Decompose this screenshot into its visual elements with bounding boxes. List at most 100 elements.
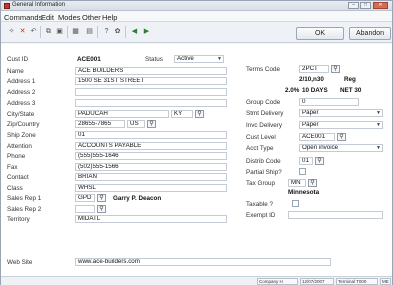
address2-label: Address 2 <box>7 89 36 96</box>
tax-group-field[interactable]: MN <box>288 179 306 187</box>
menu-modes[interactable]: Modes <box>58 13 81 22</box>
search-icon[interactable]: ⚲ <box>195 110 204 118</box>
city-field[interactable]: PADUCAH <box>75 110 169 118</box>
chevron-down-icon[interactable]: ▼ <box>375 121 382 129</box>
menu-bar: Commands Edit Modes Other Help <box>1 11 392 22</box>
minimize-icon[interactable]: – <box>348 2 359 9</box>
contact-field[interactable]: BRIAN <box>75 173 227 181</box>
name-label: Name <box>7 68 24 75</box>
status-label: Status <box>145 56 163 63</box>
search-icon[interactable]: ⚲ <box>337 133 346 141</box>
zip-field[interactable]: 28655-7865 <box>75 120 125 128</box>
app-icon <box>4 3 10 9</box>
address3-field[interactable] <box>75 99 227 107</box>
distrib-code-field[interactable]: 01 <box>299 157 313 165</box>
fax-field[interactable]: (502)555-1566 <box>75 163 227 171</box>
ship-zone-field[interactable]: 01 <box>75 131 227 139</box>
paste-icon[interactable]: ▣ <box>55 27 64 36</box>
chevron-down-icon[interactable]: ▼ <box>375 109 382 117</box>
name-field[interactable]: ACE BUILDERS <box>75 67 227 75</box>
toolbar-separator <box>125 26 126 38</box>
sales-rep1-field[interactable]: GPD <box>75 194 95 202</box>
partial-ship-checkbox[interactable] <box>299 168 306 175</box>
group-code-field[interactable]: 0 <box>299 98 359 106</box>
terms-desc1-a: 2/10,n30 <box>299 76 324 83</box>
status-date: 12/07/2007 <box>300 278 334 285</box>
search-icon[interactable]: ⚲ <box>331 65 340 73</box>
sales-rep2-field[interactable] <box>75 205 95 213</box>
sales-rep1-name: Garry P. Deacon <box>113 195 162 202</box>
menu-help[interactable]: Help <box>102 13 117 22</box>
menu-other[interactable]: Other <box>82 13 101 22</box>
view-icon[interactable]: ▦ <box>71 27 80 36</box>
maximize-icon[interactable]: □ <box>360 2 371 9</box>
delete-icon[interactable]: ✕ <box>18 27 27 36</box>
address2-field[interactable] <box>75 88 227 96</box>
state-field[interactable]: KY <box>171 110 193 118</box>
sales-rep1-label: Sales Rep 1 <box>7 195 42 202</box>
tax-group-name: Minnesota <box>288 189 320 196</box>
toolbar-separator <box>97 26 98 38</box>
search-icon[interactable]: ⚲ <box>315 157 324 165</box>
next-record-icon[interactable]: ▶ <box>142 27 151 36</box>
copy-icon[interactable]: ⧉ <box>44 27 53 36</box>
cust-level-field[interactable]: ACE001 <box>299 133 335 141</box>
terms-code-label: Terms Code <box>246 66 280 73</box>
status-terminal: Terminal T000 <box>336 278 378 285</box>
chevron-down-icon[interactable]: ▼ <box>375 144 382 152</box>
toolbar-separator <box>40 26 41 38</box>
search-icon[interactable]: ⚲ <box>308 179 317 187</box>
acct-type-select[interactable]: Open invoice <box>299 144 383 152</box>
search-icon[interactable]: ⚲ <box>97 205 106 213</box>
attention-field[interactable]: ACCOUNTS PAYABLE <box>75 142 227 150</box>
print-icon[interactable]: ▤ <box>85 27 94 36</box>
group-code-label: Group Code <box>246 99 281 106</box>
settings-icon[interactable]: ✿ <box>113 27 122 36</box>
taxable-checkbox[interactable] <box>292 200 299 207</box>
cust-level-label: Cust Level <box>246 134 276 141</box>
territory-field[interactable]: MIDATL <box>75 215 227 223</box>
abandon-button[interactable]: Abandon <box>349 27 391 40</box>
stmt-delivery-select[interactable]: Paper <box>299 109 383 117</box>
exempt-id-label: Exempt ID <box>246 212 276 219</box>
city-state-label: City/State <box>7 111 35 118</box>
address1-label: Address 1 <box>7 78 36 85</box>
status-company: Company H <box>257 278 298 285</box>
tax-group-label: Tax Group <box>246 180 276 187</box>
taxable-label: Taxable ? <box>246 201 273 208</box>
menu-edit[interactable]: Edit <box>41 13 54 22</box>
customer-window: General Information – □ ✕ Commands Edit … <box>0 0 393 285</box>
general-information-form: Cust ID ACE001 Status Active ▼ Name ACE … <box>1 44 392 276</box>
ship-zone-label: Ship Zone <box>7 132 36 139</box>
fax-label: Fax <box>7 164 18 171</box>
web-site-field[interactable]: www.ace-builders.com <box>75 258 331 266</box>
close-icon[interactable]: ✕ <box>373 2 388 9</box>
undo-icon[interactable]: ↶ <box>29 27 38 36</box>
web-site-label: Web Site <box>7 259 33 266</box>
title-bar: General Information – □ ✕ <box>1 1 392 11</box>
cust-id-label: Cust ID <box>7 56 28 63</box>
chevron-down-icon[interactable]: ▼ <box>216 55 223 63</box>
menu-commands[interactable]: Commands <box>4 13 42 22</box>
country-field[interactable]: US <box>127 120 145 128</box>
terms-code-field[interactable]: 2PCT <box>299 65 329 73</box>
help-icon[interactable]: ? <box>102 27 111 36</box>
sales-rep2-label: Sales Rep 2 <box>7 206 42 213</box>
address1-field[interactable]: 1500 SE 31ST STREET <box>75 77 227 85</box>
exempt-id-field[interactable] <box>288 211 383 219</box>
acct-type-label: Acct Type <box>246 145 274 152</box>
new-record-icon[interactable]: ✧ <box>7 27 16 36</box>
toolbar-separator <box>67 26 68 38</box>
toolbar: ✧ ✕ ↶ ⧉ ▣ ▦ ▤ ? ✿ ◀ ▶ OK Abandon <box>1 22 392 43</box>
class-field[interactable]: WHSL <box>75 184 227 192</box>
search-icon[interactable]: ⚲ <box>147 120 156 128</box>
ok-button[interactable]: OK <box>296 27 344 40</box>
invc-delivery-label: Invc Delivery <box>246 122 283 129</box>
invc-delivery-select[interactable]: Paper <box>299 121 383 129</box>
previous-record-icon[interactable]: ◀ <box>130 27 139 36</box>
phone-field[interactable]: (555)555-1646 <box>75 152 227 160</box>
stmt-delivery-label: Stmt Delivery <box>246 110 284 117</box>
status-mode: ME <box>380 278 391 285</box>
search-icon[interactable]: ⚲ <box>97 194 106 202</box>
distrib-code-label: Distrib Code <box>246 158 281 165</box>
